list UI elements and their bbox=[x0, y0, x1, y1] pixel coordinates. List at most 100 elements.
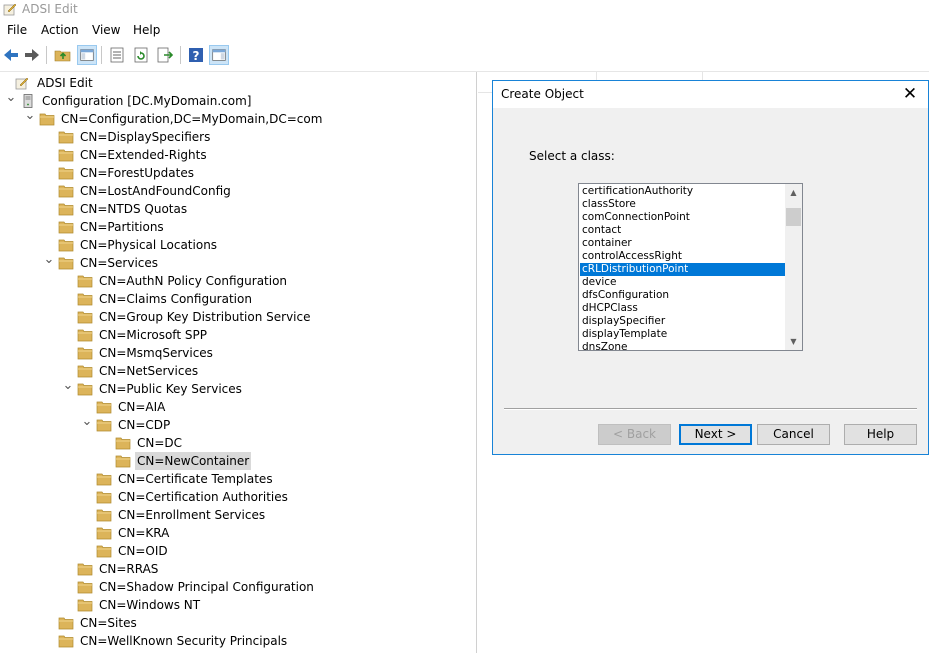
window-title: ADSI Edit bbox=[22, 2, 78, 16]
menu-action[interactable]: Action bbox=[41, 23, 79, 37]
tree-node-label: CN=Windows NT bbox=[99, 598, 201, 612]
scroll-down-icon[interactable]: ▼ bbox=[785, 333, 802, 350]
tree-node-label: CN=CDP bbox=[118, 418, 171, 432]
tree-node-label: CN=LostAndFoundConfig bbox=[80, 184, 231, 198]
folder-icon bbox=[115, 455, 131, 468]
console-tree[interactable]: ADSI Edit ⌄ Configuration [DC.MyDomain.com… bbox=[0, 72, 477, 653]
back-arrow-icon[interactable] bbox=[1, 45, 21, 65]
folder-icon bbox=[58, 149, 74, 162]
tree-node-label: CN=Public Key Services bbox=[99, 382, 242, 396]
folder-icon bbox=[58, 167, 74, 180]
class-list-item[interactable]: device bbox=[580, 276, 785, 289]
class-list-item[interactable]: displaySpecifier bbox=[580, 315, 785, 328]
cancel-button[interactable]: Cancel bbox=[757, 424, 830, 445]
refresh-icon[interactable] bbox=[131, 45, 151, 65]
menu-file[interactable]: File bbox=[7, 23, 27, 37]
chevron-down-icon[interactable]: ⌄ bbox=[24, 109, 36, 128]
export-list-icon[interactable] bbox=[155, 45, 175, 65]
folder-icon bbox=[58, 131, 74, 144]
menu-bar: File Action View Help bbox=[0, 20, 929, 41]
class-list-item[interactable]: certificationAuthority bbox=[580, 185, 785, 198]
chevron-down-icon[interactable]: ⌄ bbox=[43, 253, 55, 272]
tree-node-label: CN=NetServices bbox=[99, 364, 199, 378]
tree-node-label: CN=Enrollment Services bbox=[118, 508, 266, 522]
dialog-separator bbox=[504, 408, 917, 410]
folder-icon bbox=[77, 347, 93, 360]
tree-node-label: CN=Claims Configuration bbox=[99, 292, 252, 306]
folder-icon bbox=[96, 401, 112, 414]
class-list-item[interactable]: controlAccessRight bbox=[580, 250, 785, 263]
chevron-down-icon[interactable]: ⌄ bbox=[5, 91, 17, 110]
class-list-item[interactable]: dfsConfiguration bbox=[580, 289, 785, 302]
scroll-up-icon[interactable]: ▲ bbox=[785, 184, 802, 201]
class-list-item[interactable]: container bbox=[580, 237, 785, 250]
tree-node-label: CN=RRAS bbox=[99, 562, 159, 576]
tree-node-label: CN=WellKnown Security Principals bbox=[80, 634, 288, 648]
tree-node-label: CN=DC bbox=[137, 436, 183, 450]
tree-node-label: CN=Services bbox=[80, 256, 159, 270]
tree-node-label: CN=Configuration,DC=MyDomain,DC=com bbox=[61, 112, 323, 126]
class-list-item[interactable]: comConnectionPoint bbox=[580, 211, 785, 224]
class-list-item[interactable]: dnsZone bbox=[580, 341, 785, 350]
up-folder-icon[interactable] bbox=[53, 45, 73, 65]
help-icon[interactable]: ? bbox=[186, 45, 206, 65]
show-hide-tree-icon[interactable] bbox=[77, 45, 97, 65]
menu-help[interactable]: Help bbox=[133, 23, 160, 37]
folder-icon bbox=[115, 437, 131, 450]
svg-text:?: ? bbox=[193, 49, 200, 63]
class-listbox[interactable]: dnsZone displayTemplate displaySpecifier dH… bbox=[578, 183, 803, 351]
show-action-pane-icon[interactable] bbox=[209, 45, 229, 65]
back-button[interactable]: < Back bbox=[598, 424, 671, 445]
forward-arrow-icon[interactable] bbox=[22, 45, 42, 65]
tree-node-label: ADSI Edit bbox=[37, 76, 93, 90]
class-list-item[interactable]: classStore bbox=[580, 198, 785, 211]
class-list-item[interactable]: cRLDistributionPoint bbox=[580, 263, 785, 276]
folder-icon bbox=[77, 563, 93, 576]
tree-node-label: CN=NewContainer bbox=[135, 452, 252, 470]
folder-icon bbox=[96, 473, 112, 486]
scrollbar-thumb[interactable] bbox=[786, 208, 801, 226]
folder-icon bbox=[77, 383, 93, 396]
tree-node-label: CN=Microsoft SPP bbox=[99, 328, 207, 342]
tree-node-label: CN=KRA bbox=[118, 526, 170, 540]
listbox-scrollbar[interactable]: ▲ ▼ bbox=[785, 184, 802, 350]
next-button[interactable]: Next > bbox=[679, 424, 752, 445]
menu-view[interactable]: View bbox=[92, 23, 120, 37]
toolbar-separator bbox=[46, 46, 47, 64]
tree-node-label: CN=Certificate Templates bbox=[118, 472, 273, 486]
tree-node-label: CN=AIA bbox=[118, 400, 166, 414]
toolbar-separator bbox=[180, 46, 181, 64]
tree-node-label: CN=Extended-Rights bbox=[80, 148, 207, 162]
class-list-item[interactable]: dHCPClass bbox=[580, 302, 785, 315]
adsi-edit-icon bbox=[15, 77, 29, 90]
chevron-down-icon[interactable]: ⌄ bbox=[81, 415, 93, 434]
class-list-item[interactable]: displayTemplate bbox=[580, 328, 785, 341]
folder-icon bbox=[58, 221, 74, 234]
create-object-dialog: Create Object ✕ Select a class: dnsZone d… bbox=[492, 80, 929, 455]
folder-icon bbox=[39, 113, 55, 126]
folder-icon bbox=[96, 419, 112, 432]
folder-icon bbox=[77, 365, 93, 378]
folder-icon bbox=[58, 239, 74, 252]
properties-icon[interactable] bbox=[107, 45, 127, 65]
chevron-down-icon[interactable]: ⌄ bbox=[62, 379, 74, 398]
close-icon[interactable]: ✕ bbox=[898, 84, 922, 104]
folder-icon bbox=[58, 635, 74, 648]
help-button[interactable]: Help bbox=[844, 424, 917, 445]
class-list-item[interactable]: contact bbox=[580, 224, 785, 237]
folder-icon bbox=[77, 311, 93, 324]
folder-icon bbox=[96, 491, 112, 504]
